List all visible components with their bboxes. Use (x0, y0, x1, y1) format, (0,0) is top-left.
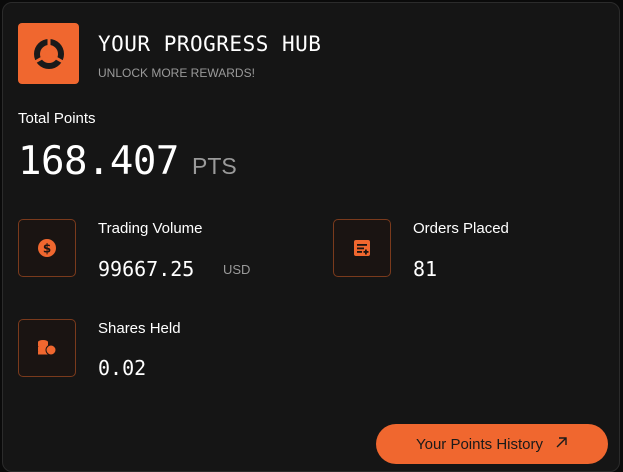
svg-text:$: $ (43, 242, 51, 256)
total-points-unit: PTS (192, 153, 237, 179)
page-title: YOUR PROGRESS HUB (98, 32, 322, 56)
points-history-button[interactable]: Your Points History (376, 424, 608, 464)
shares-held-value: 0.02 (98, 356, 147, 380)
total-points-label: Total Points (18, 110, 96, 127)
dollar-coin-icon: $ (18, 219, 76, 277)
orders-placed-value: 81 (413, 257, 438, 281)
arrow-up-right-icon (555, 436, 568, 453)
points-history-label: Your Points History (415, 435, 543, 453)
trading-volume-label: Trading Volume (98, 220, 203, 237)
progress-ring-icon (18, 23, 79, 84)
total-points-value: 168.407 (18, 139, 179, 184)
order-document-icon (333, 219, 391, 277)
shares-held-label: Shares Held (98, 320, 181, 337)
trading-volume-value: 99667.25 (98, 257, 195, 281)
orders-placed-label: Orders Placed (413, 220, 509, 237)
progress-hub-card: YOUR PROGRESS HUB UNLOCK MORE REWARDS! T… (2, 2, 620, 472)
coin-stack-icon (18, 319, 76, 377)
trading-volume-unit: USD (223, 262, 251, 277)
page-subtitle: UNLOCK MORE REWARDS! (98, 66, 255, 80)
